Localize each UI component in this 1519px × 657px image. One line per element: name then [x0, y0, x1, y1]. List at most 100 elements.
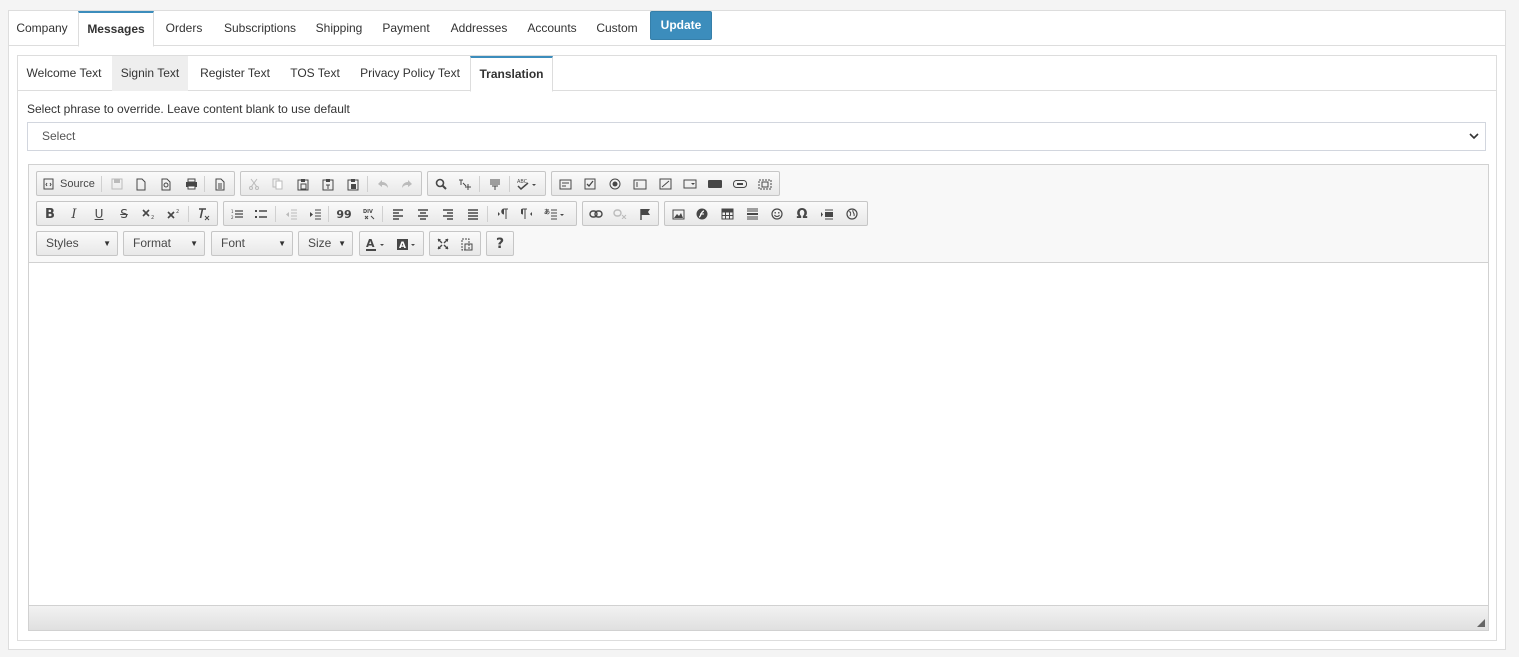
tools-toolgroup — [429, 231, 481, 256]
spellcheck-icon[interactable]: ABC — [514, 174, 542, 194]
top-tab-bar: Company Messages Orders Subscriptions Sh… — [9, 11, 1505, 47]
save-icon[interactable] — [106, 174, 128, 194]
strike-button[interactable]: S — [113, 204, 135, 224]
anchor-icon[interactable] — [634, 204, 656, 224]
tab-accounts[interactable]: Accounts — [520, 11, 584, 47]
tab-privacy-policy-text[interactable]: Privacy Policy Text — [352, 56, 468, 91]
text-color-icon[interactable]: A — [362, 234, 390, 254]
image-button-icon[interactable] — [729, 174, 751, 194]
chevron-down-icon — [1469, 123, 1479, 150]
textfield-icon[interactable] — [629, 174, 651, 194]
smiley-icon[interactable] — [766, 204, 788, 224]
background-color-icon[interactable]: A — [393, 234, 421, 254]
tab-subscriptions[interactable]: Subscriptions — [215, 11, 305, 47]
cut-icon[interactable] — [243, 174, 265, 194]
new-page-icon[interactable] — [130, 174, 152, 194]
textarea-icon[interactable] — [654, 174, 676, 194]
create-div-icon[interactable]: DIV — [358, 204, 380, 224]
svg-text:あ: あ — [544, 208, 550, 216]
language-icon[interactable]: あ — [540, 204, 570, 224]
paragraph-toolgroup: 12 99 DIV あ — [223, 201, 577, 226]
paste-text-icon[interactable] — [317, 174, 339, 194]
separator — [101, 176, 102, 192]
superscript-icon[interactable]: 2 — [163, 204, 185, 224]
underline-button[interactable]: U — [88, 204, 110, 224]
tab-shipping[interactable]: Shipping — [309, 11, 369, 47]
page-break-icon[interactable] — [816, 204, 838, 224]
rtl-icon[interactable] — [516, 204, 538, 224]
help-button[interactable]: ? — [489, 234, 511, 254]
styles-label: Styles — [46, 236, 79, 250]
tab-company[interactable]: Company — [9, 11, 75, 47]
redo-icon[interactable] — [396, 174, 418, 194]
select-all-icon[interactable] — [484, 174, 506, 194]
colors-toolgroup: A A — [359, 231, 424, 256]
tab-payment[interactable]: Payment — [375, 11, 437, 47]
separator — [509, 176, 510, 192]
iframe-icon[interactable] — [841, 204, 863, 224]
tab-addresses[interactable]: Addresses — [443, 11, 515, 47]
paste-word-icon[interactable] — [342, 174, 364, 194]
preview-icon[interactable] — [155, 174, 177, 194]
source-button[interactable]: Source — [39, 174, 97, 194]
templates-icon[interactable] — [209, 174, 231, 194]
link-icon[interactable] — [585, 204, 607, 224]
remove-format-icon[interactable] — [193, 204, 215, 224]
subscript-icon[interactable]: 2 — [138, 204, 160, 224]
align-left-icon[interactable] — [387, 204, 409, 224]
numbered-list-icon[interactable]: 12 — [226, 204, 248, 224]
tab-orders[interactable]: Orders — [159, 11, 209, 47]
align-right-icon[interactable] — [437, 204, 459, 224]
checkbox-icon[interactable] — [579, 174, 601, 194]
print-icon[interactable] — [180, 174, 202, 194]
align-center-icon[interactable] — [412, 204, 434, 224]
hidden-field-icon[interactable] — [754, 174, 776, 194]
format-dropdown[interactable]: Format ▼ — [123, 231, 205, 256]
tab-signin-text[interactable]: Signin Text — [112, 56, 188, 91]
image-icon[interactable] — [667, 204, 689, 224]
form-icon[interactable] — [554, 174, 576, 194]
tab-welcome-text[interactable]: Welcome Text — [18, 56, 110, 91]
tab-custom[interactable]: Custom — [590, 11, 644, 47]
tab-register-text[interactable]: Register Text — [192, 56, 278, 91]
resize-handle-icon[interactable] — [1477, 619, 1485, 627]
indent-icon[interactable] — [304, 204, 326, 224]
tab-translation[interactable]: Translation — [470, 56, 553, 92]
undo-icon[interactable] — [372, 174, 394, 194]
horizontal-rule-icon[interactable] — [741, 204, 763, 224]
radio-icon[interactable] — [604, 174, 626, 194]
svg-text:DIV: DIV — [363, 209, 373, 215]
special-char-button[interactable]: Ω — [791, 204, 813, 224]
styles-dropdown[interactable]: Styles ▼ — [36, 231, 118, 256]
replace-icon[interactable] — [454, 174, 476, 194]
unlink-icon[interactable] — [609, 204, 631, 224]
select-field-icon[interactable] — [679, 174, 701, 194]
flash-icon[interactable] — [691, 204, 713, 224]
message-tab-bar: Welcome Text Signin Text Register Text T… — [18, 56, 1496, 92]
font-dropdown[interactable]: Font ▼ — [211, 231, 293, 256]
bulleted-list-icon[interactable] — [250, 204, 272, 224]
bold-button[interactable]: B — [39, 204, 61, 224]
table-icon[interactable] — [716, 204, 738, 224]
editor-content-area[interactable] — [29, 263, 1488, 606]
editing-toolgroup: ABC — [427, 171, 546, 196]
svg-text:2: 2 — [151, 215, 154, 220]
outdent-icon[interactable] — [280, 204, 302, 224]
justify-icon[interactable] — [462, 204, 484, 224]
ltr-icon[interactable] — [492, 204, 514, 224]
blockquote-button[interactable]: 99 — [333, 204, 355, 224]
italic-button[interactable]: I — [63, 204, 85, 224]
button-field-icon[interactable] — [704, 174, 726, 194]
tab-tos-text[interactable]: TOS Text — [282, 56, 348, 91]
separator — [275, 206, 276, 222]
size-dropdown[interactable]: Size ▼ — [298, 231, 353, 256]
tab-messages[interactable]: Messages — [78, 11, 154, 47]
show-blocks-icon[interactable] — [456, 234, 478, 254]
svg-text:A: A — [399, 241, 406, 251]
phrase-select[interactable]: Select — [27, 122, 1486, 151]
copy-icon[interactable] — [267, 174, 289, 194]
find-icon[interactable] — [430, 174, 452, 194]
update-button[interactable]: Update — [650, 11, 712, 40]
maximize-icon[interactable] — [432, 234, 454, 254]
paste-icon[interactable] — [292, 174, 314, 194]
